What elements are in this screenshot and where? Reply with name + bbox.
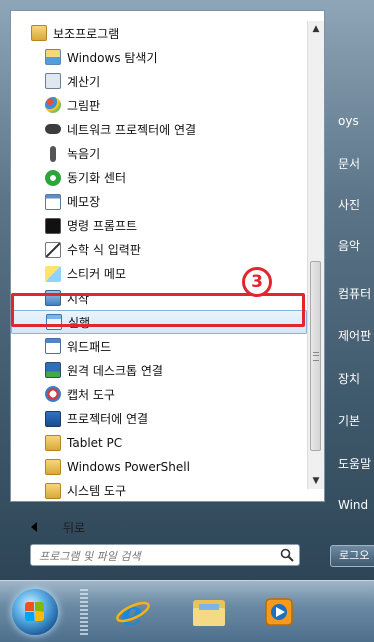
step-callout: 3 xyxy=(242,267,272,297)
start-menu: 보조프로그램 Windows 탐색기 계산기 그림판 네트워크 프로젝터에 연결… xyxy=(0,0,374,580)
right-item-help[interactable]: 도움말 xyxy=(338,455,371,472)
program-label: 워드패드 xyxy=(67,339,112,354)
sticky-notes-icon xyxy=(45,265,61,282)
notepad-icon xyxy=(45,193,61,210)
search-input[interactable] xyxy=(37,547,271,565)
getting-started-icon xyxy=(45,290,61,307)
program-label: 동기화 센터 xyxy=(67,171,127,186)
right-item-user[interactable]: oys xyxy=(338,114,359,128)
folder-icon xyxy=(193,600,225,626)
program-label: 실행 xyxy=(68,315,91,330)
right-item-devices[interactable]: 장치 xyxy=(338,370,360,387)
search-icon[interactable] xyxy=(280,548,294,562)
network-projector-icon xyxy=(45,124,61,135)
back-arrow-icon xyxy=(31,522,37,532)
folder-icon xyxy=(45,458,61,475)
program-label: 시스템 도구 xyxy=(67,484,127,499)
scroll-up-icon[interactable]: ▲ xyxy=(308,21,324,37)
program-label: 프로젝터에 연결 xyxy=(67,412,149,427)
right-panel: oys 문서 사진 음악 컴퓨터 제어판 장치 기본 도움말 Wind xyxy=(330,0,374,580)
scroll-thumb[interactable] xyxy=(310,261,321,451)
program-label: Windows 탐색기 xyxy=(67,50,158,65)
program-label: 보조프로그램 xyxy=(53,26,120,41)
program-item-sound-recorder[interactable]: 녹음기 xyxy=(11,141,307,165)
program-item-accessories-folder[interactable]: 보조프로그램 xyxy=(11,21,307,45)
program-item-paint[interactable]: 그림판 xyxy=(11,93,307,117)
folder-icon xyxy=(31,25,47,42)
explorer-icon xyxy=(45,49,61,66)
right-item-windows-security[interactable]: Wind xyxy=(338,498,368,512)
microphone-icon xyxy=(50,145,56,162)
sync-center-icon xyxy=(45,169,61,186)
scrollbar[interactable]: ▲ ▼ xyxy=(307,21,324,489)
internet-explorer-button[interactable]: e xyxy=(108,587,158,637)
folder-icon xyxy=(45,434,61,451)
right-item-computer[interactable]: 컴퓨터 xyxy=(338,285,371,302)
program-item-powershell-folder[interactable]: Windows PowerShell xyxy=(11,455,307,479)
program-item-remote-desktop[interactable]: 원격 데스크톱 연결 xyxy=(11,358,307,382)
program-list: 보조프로그램 Windows 탐색기 계산기 그림판 네트워크 프로젝터에 연결… xyxy=(11,21,307,503)
command-prompt-icon xyxy=(45,217,61,234)
program-item-wordpad[interactable]: 워드패드 xyxy=(11,334,307,358)
program-item-system-tools-folder[interactable]: 시스템 도구 xyxy=(11,479,307,503)
program-label: 네트워크 프로젝터에 연결 xyxy=(67,122,197,137)
program-label: 시작 xyxy=(67,291,90,306)
logoff-button[interactable]: 로그오 xyxy=(330,545,374,567)
right-item-documents[interactable]: 문서 xyxy=(338,155,360,172)
program-label: 명령 프롬프트 xyxy=(67,219,138,234)
program-item-run[interactable]: 실행 xyxy=(11,310,307,335)
program-label: 원격 데스크톱 연결 xyxy=(67,363,163,378)
taskbar-grip[interactable] xyxy=(80,589,88,635)
program-label: 캡처 도구 xyxy=(67,387,115,402)
start-button[interactable] xyxy=(12,589,58,635)
program-item-windows-explorer[interactable]: Windows 탐색기 xyxy=(11,45,307,69)
paint-icon xyxy=(45,97,61,114)
right-item-default-programs[interactable]: 기본 xyxy=(338,412,360,429)
media-player-button[interactable] xyxy=(254,587,304,637)
run-icon xyxy=(46,314,62,331)
program-label: 그림판 xyxy=(67,98,101,113)
program-label: 스티커 메모 xyxy=(67,267,127,282)
media-player-icon xyxy=(265,598,293,626)
projector-icon xyxy=(45,410,61,427)
program-item-sync-center[interactable]: 동기화 센터 xyxy=(11,166,307,190)
program-item-math-input-panel[interactable]: 수학 식 입력판 xyxy=(11,238,307,262)
programs-panel: 보조프로그램 Windows 탐색기 계산기 그림판 네트워크 프로젝터에 연결… xyxy=(10,10,325,535)
program-item-notepad[interactable]: 메모장 xyxy=(11,190,307,214)
program-item-tablet-pc-folder[interactable]: Tablet PC xyxy=(11,431,307,455)
back-label: 뒤로 xyxy=(63,520,86,535)
taskbar: e xyxy=(0,580,374,642)
search-box[interactable] xyxy=(30,544,300,566)
program-item-command-prompt[interactable]: 명령 프롬프트 xyxy=(11,214,307,238)
program-item-calculator[interactable]: 계산기 xyxy=(11,69,307,93)
internet-explorer-icon: e xyxy=(116,594,150,630)
program-label: 녹음기 xyxy=(67,147,101,162)
program-label: 메모장 xyxy=(67,195,101,210)
right-item-music[interactable]: 음악 xyxy=(338,237,360,254)
program-label: 계산기 xyxy=(67,74,101,89)
program-label: Windows PowerShell xyxy=(67,459,190,474)
scroll-down-icon[interactable]: ▼ xyxy=(308,473,324,489)
back-button[interactable]: 뒤로 xyxy=(31,516,85,538)
windows-logo-icon xyxy=(25,602,45,622)
folder-icon xyxy=(45,482,61,499)
windows-explorer-button[interactable] xyxy=(184,587,234,637)
remote-desktop-icon xyxy=(45,362,61,379)
snipping-tool-icon xyxy=(45,386,61,403)
right-item-pictures[interactable]: 사진 xyxy=(338,196,360,213)
program-label: Tablet PC xyxy=(67,435,123,450)
program-item-connect-projector[interactable]: 프로젝터에 연결 xyxy=(11,407,307,431)
svg-text:e: e xyxy=(121,594,143,630)
program-item-network-projector[interactable]: 네트워크 프로젝터에 연결 xyxy=(11,117,307,141)
math-input-icon xyxy=(45,241,61,258)
wordpad-icon xyxy=(45,338,61,355)
calculator-icon xyxy=(45,73,61,90)
program-label: 수학 식 입력판 xyxy=(67,243,141,258)
grip-icon xyxy=(313,352,319,361)
right-item-control-panel[interactable]: 제어판 xyxy=(338,327,371,344)
program-item-snipping-tool[interactable]: 캡처 도구 xyxy=(11,382,307,406)
